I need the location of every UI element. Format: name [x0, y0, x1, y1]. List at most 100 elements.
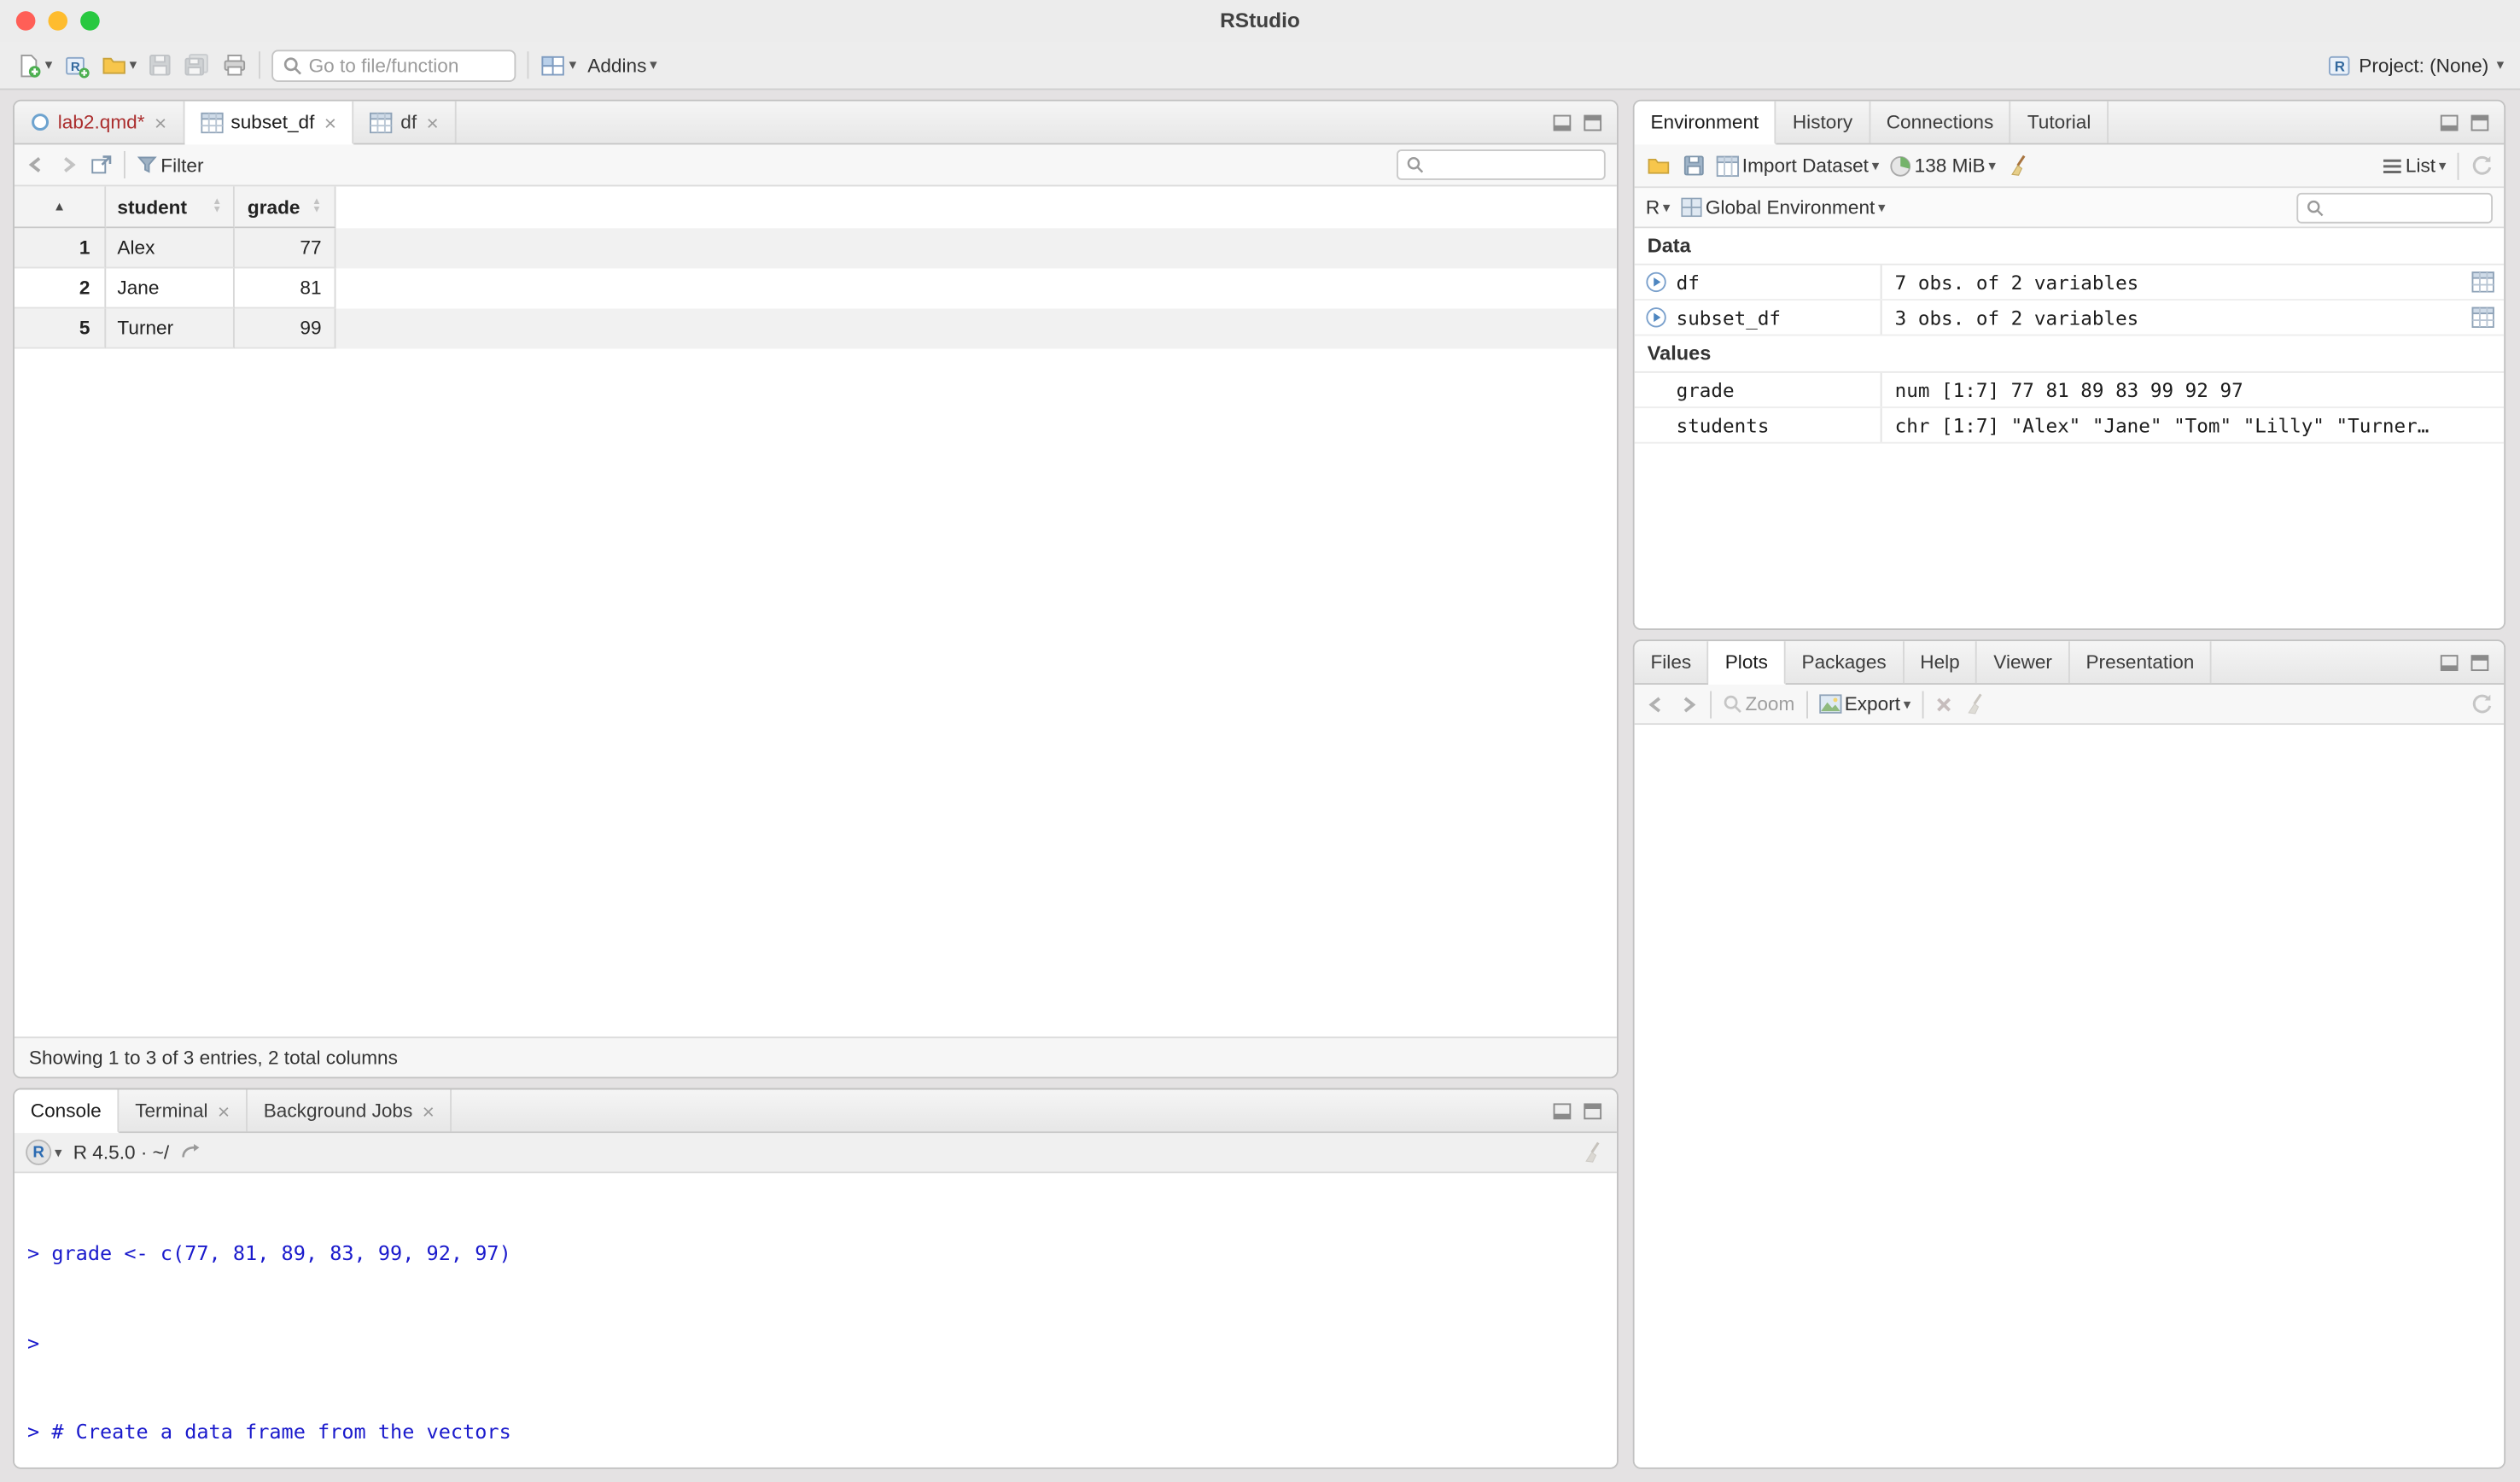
viewer-search[interactable] [1397, 149, 1606, 180]
open-folder-icon [1646, 155, 1671, 177]
maximize-pane-icon[interactable] [2470, 114, 2490, 131]
import-dataset-button[interactable]: Import Dataset ▾ [1717, 155, 1880, 177]
close-tab-icon[interactable]: × [423, 1099, 435, 1123]
dropdown-caret: ▾ [1663, 200, 1671, 214]
tab-console[interactable]: Console [15, 1089, 119, 1133]
tab-label: Help [1920, 651, 1959, 673]
maximize-pane-icon[interactable] [2470, 653, 2490, 671]
environment-object-row[interactable]: subset_df 3 obs. of 2 variables [1635, 300, 2505, 335]
save-icon [148, 53, 172, 77]
pane-buttons [1538, 102, 1617, 143]
maximize-pane-icon[interactable] [1583, 114, 1602, 131]
expand-object-icon[interactable] [1646, 307, 1666, 328]
r-version-menu[interactable]: R ▾ [26, 1140, 61, 1165]
addins-button[interactable]: Addins ▾ [587, 54, 656, 76]
tab-environment[interactable]: Environment [1635, 102, 1776, 145]
tab-connections[interactable]: Connections [1870, 102, 2011, 143]
tab-plots[interactable]: Plots [1709, 641, 1786, 685]
export-plot-button[interactable]: Export ▾ [1819, 692, 1911, 715]
close-button[interactable] [16, 11, 36, 31]
environment-pane: Environment History Connections Tutorial [1633, 100, 2505, 630]
environment-selector[interactable]: Global Environment ▾ [1682, 196, 1886, 219]
tab-background-jobs[interactable]: Background Jobs × [248, 1089, 452, 1131]
clear-plots-button[interactable] [1963, 692, 1987, 715]
list-view-button[interactable]: List ▾ [2382, 155, 2447, 177]
object-value-cell: 3 obs. of 2 variables [1882, 300, 2463, 335]
environment-toolbar: Import Dataset ▾ 138 MiB ▾ [1635, 144, 2505, 188]
previous-plot-icon[interactable] [1646, 693, 1666, 714]
save-all-button[interactable] [184, 53, 211, 77]
save-button[interactable] [148, 53, 172, 77]
search-icon [1406, 156, 1424, 174]
close-tab-icon[interactable]: × [324, 110, 336, 134]
tab-viewer[interactable]: Viewer [1977, 641, 2069, 683]
save-workspace-button[interactable] [1683, 155, 1705, 177]
files-tabbar: Files Plots Packages Help Viewer Present… [1635, 641, 2505, 685]
tab-label: Packages [1802, 651, 1887, 673]
tab-df[interactable]: df × [354, 102, 457, 143]
object-value-cell: num [1:7] 77 81 89 83 99 92 97 [1882, 373, 2505, 407]
environment-search-input[interactable] [2329, 196, 2483, 219]
tab-lab2-qmd[interactable]: lab2.qmd* × [15, 102, 184, 143]
back-icon[interactable] [26, 155, 46, 175]
environment-scope-bar: R ▾ Global Environment ▾ [1635, 188, 2505, 228]
goto-file-input[interactable] [309, 54, 505, 76]
dropdown-caret: ▾ [1872, 158, 1880, 172]
row-number-header[interactable]: ▲ [15, 186, 106, 228]
tab-packages[interactable]: Packages [1786, 641, 1905, 683]
environment-search[interactable] [2296, 192, 2493, 223]
tab-subset-df[interactable]: subset_df × [184, 102, 354, 145]
print-button[interactable] [222, 53, 248, 77]
view-data-button[interactable] [2462, 265, 2504, 300]
tab-label: Tutorial [2027, 111, 2091, 133]
minimize-button[interactable] [48, 11, 67, 31]
close-tab-icon[interactable]: × [155, 110, 166, 134]
fullscreen-button[interactable] [80, 11, 100, 31]
source-tabbar: lab2.qmd* × subset_df × [15, 102, 1617, 145]
close-tab-icon[interactable]: × [218, 1099, 230, 1123]
tab-files[interactable]: Files [1635, 641, 1709, 683]
maximize-pane-icon[interactable] [1583, 1102, 1602, 1120]
show-directory-icon[interactable] [180, 1143, 201, 1163]
tab-tutorial[interactable]: Tutorial [2011, 102, 2109, 143]
r-logo-icon: R [26, 1140, 51, 1165]
tab-label: Background Jobs [264, 1100, 413, 1122]
tab-presentation[interactable]: Presentation [2070, 641, 2212, 683]
minimize-pane-icon[interactable] [2440, 114, 2459, 131]
refresh-icon[interactable] [2470, 155, 2493, 177]
filter-button[interactable]: Filter [137, 154, 203, 176]
open-file-button[interactable]: ▾ [101, 53, 137, 77]
tab-history[interactable]: History [1776, 102, 1870, 143]
forward-icon[interactable] [58, 155, 79, 175]
remove-plot-button[interactable] [1935, 695, 1953, 713]
console-output[interactable]: > grade <- c(77, 81, 89, 83, 99, 92, 97)… [15, 1173, 1617, 1467]
load-workspace-button[interactable] [1646, 155, 1671, 177]
clear-console-broom-icon[interactable] [1582, 1141, 1606, 1164]
minimize-pane-icon[interactable] [1553, 114, 1572, 131]
minimize-pane-icon[interactable] [1553, 1102, 1572, 1120]
refresh-icon[interactable] [2470, 692, 2493, 715]
close-tab-icon[interactable]: × [426, 110, 438, 134]
clear-environment-button[interactable] [2007, 155, 2031, 177]
new-project-button[interactable]: R [63, 52, 89, 78]
project-menu-button[interactable]: R Project: (None) ▾ [2327, 54, 2505, 76]
language-selector[interactable]: R ▾ [1646, 196, 1671, 219]
column-header-grade[interactable]: grade ▲▼ [235, 186, 336, 228]
open-in-window-button[interactable] [90, 155, 112, 175]
tab-help[interactable]: Help [1904, 641, 1977, 683]
row-number-cell: 5 [15, 308, 106, 348]
goto-file-search[interactable] [271, 49, 516, 81]
pane-layout-button[interactable]: ▾ [540, 54, 576, 76]
view-data-button[interactable] [2462, 300, 2504, 335]
memory-usage-button[interactable]: 138 MiB ▾ [1890, 155, 1995, 177]
new-file-button[interactable]: ▾ [16, 52, 52, 78]
minimize-pane-icon[interactable] [2440, 653, 2459, 671]
next-plot-icon[interactable] [1677, 693, 1698, 714]
column-header-student[interactable]: student ▲▼ [106, 186, 235, 228]
environment-object-row[interactable]: df 7 obs. of 2 variables [1635, 265, 2505, 300]
expand-object-icon[interactable] [1646, 271, 1666, 292]
viewer-search-input[interactable] [1429, 154, 1596, 176]
separator [1922, 691, 1923, 718]
tab-terminal[interactable]: Terminal × [119, 1089, 248, 1131]
zoom-plot-button[interactable]: Zoom [1723, 692, 1794, 715]
